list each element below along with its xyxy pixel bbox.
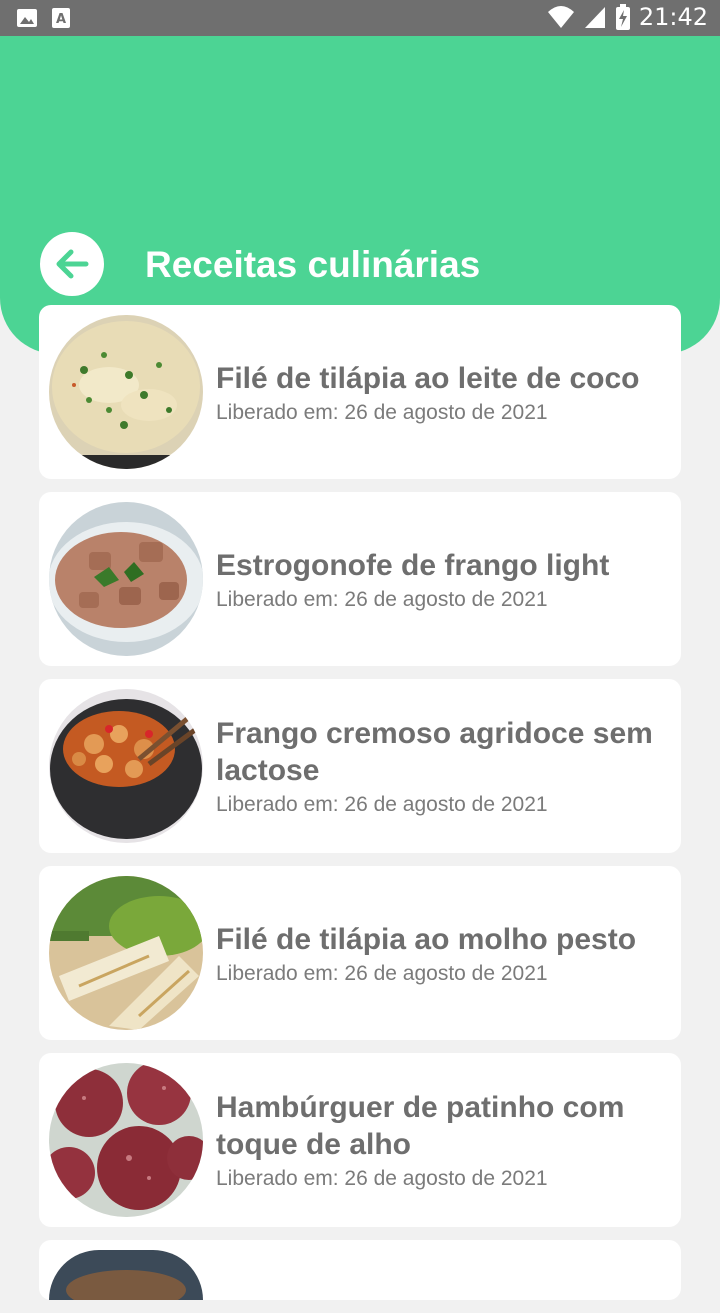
recipe-title: Filé de tilápia ao leite de coco <box>216 361 640 395</box>
recipe-image <box>49 1250 203 1300</box>
recipe-list: Filé de tilápia ao leite de coco Liberad… <box>39 305 681 1313</box>
recipe-image <box>49 315 203 469</box>
text-notification-icon: A <box>52 8 70 28</box>
recipe-card[interactable]: Frango cremoso agridoce sem lactose Libe… <box>39 679 681 853</box>
status-time: 21:42 <box>638 3 708 31</box>
signal-icon <box>584 7 605 28</box>
recipe-image <box>49 876 203 1030</box>
recipe-card[interactable]: Hambúrguer de patinho com toque de alho … <box>39 1053 681 1227</box>
recipe-title: Frango cremoso agridoce sem lactose <box>216 717 653 787</box>
recipe-card[interactable]: Filé de tilápia ao molho pesto Liberado … <box>39 866 681 1040</box>
recipe-title: Hambúrguer de patinho com toque de alho <box>216 1091 625 1161</box>
recipe-release-date: Liberado em: 26 de agosto de 2021 <box>216 1167 548 1190</box>
recipe-release-date: Liberado em: 26 de agosto de 2021 <box>216 961 548 985</box>
recipe-title: Filé de tilápia ao molho pesto <box>216 922 637 956</box>
recipe-image <box>49 1063 203 1217</box>
recipe-card[interactable]: Filé de tilápia ao leite de coco Liberad… <box>39 305 681 479</box>
image-notification-icon <box>17 9 37 27</box>
svg-text:A: A <box>56 12 66 27</box>
back-button[interactable] <box>40 232 104 296</box>
recipe-release-date: Liberado em: 26 de agosto de 2021 <box>216 587 548 611</box>
recipe-image <box>49 502 203 656</box>
recipe-card[interactable]: Estrogonofe de frango light Liberado em:… <box>39 492 681 666</box>
recipe-card-partial[interactable] <box>39 1240 681 1300</box>
battery-charging-icon <box>615 4 630 30</box>
recipe-release-date: Liberado em: 26 de agosto de 2021 <box>216 793 548 816</box>
arrow-left-icon <box>56 249 89 279</box>
wifi-icon <box>547 6 574 28</box>
recipe-release-date: Liberado em: 26 de agosto de 2021 <box>216 400 548 424</box>
status-bar: A 21:42 <box>0 0 720 36</box>
recipe-image <box>49 689 203 843</box>
recipe-title: Estrogonofe de frango light <box>216 548 610 582</box>
page-title: Receitas culinárias <box>145 244 481 285</box>
